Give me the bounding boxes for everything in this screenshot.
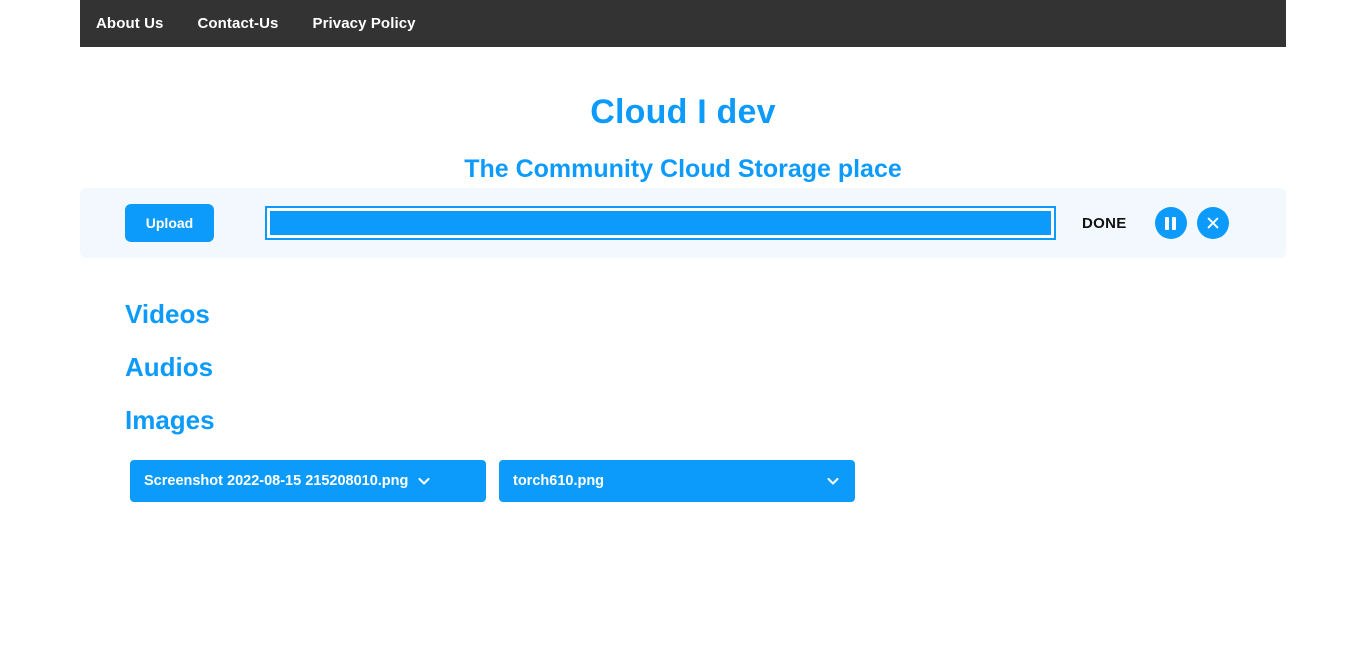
section-heading-audios: Audios [125,352,214,382]
nav-link-contact-us[interactable]: Contact-Us [197,15,278,32]
site-title: Cloud I dev [590,92,776,131]
main-navbar: About Us Contact-Us Privacy Policy [80,0,1286,47]
cancel-upload-button[interactable] [1196,207,1229,239]
pause-icon [1165,216,1177,230]
close-icon [1207,217,1218,229]
nav-link-about-us[interactable]: About Us [96,15,163,32]
upload-status-text: DONE [1082,214,1127,232]
page-root: About Us Contact-Us Privacy Policy Cloud… [0,0,1366,656]
chevron-down-icon [416,473,432,489]
images-file-list: Screenshot 2022-08-15 215208010.png torc… [130,460,855,502]
section-heading-images: Images [125,405,215,435]
page-container: About Us Contact-Us Privacy Policy Cloud… [80,0,1286,656]
file-name-label: Screenshot 2022-08-15 215208010.png [144,473,409,489]
site-subtitle: The Community Cloud Storage place [464,154,902,183]
section-heading-videos: Videos [125,299,210,329]
upload-progress-fill [270,211,1051,235]
file-dropdown-item[interactable]: Screenshot 2022-08-15 215208010.png [130,460,486,502]
upload-button[interactable]: Upload [125,204,214,242]
file-name-label: torch610.png [513,473,605,489]
chevron-down-icon [815,473,841,489]
pause-button[interactable] [1154,207,1187,239]
upload-progress-bar [265,206,1056,240]
upload-panel: Upload DONE [80,188,1286,258]
nav-link-privacy-policy[interactable]: Privacy Policy [312,15,415,32]
file-dropdown-item[interactable]: torch610.png [499,460,855,502]
